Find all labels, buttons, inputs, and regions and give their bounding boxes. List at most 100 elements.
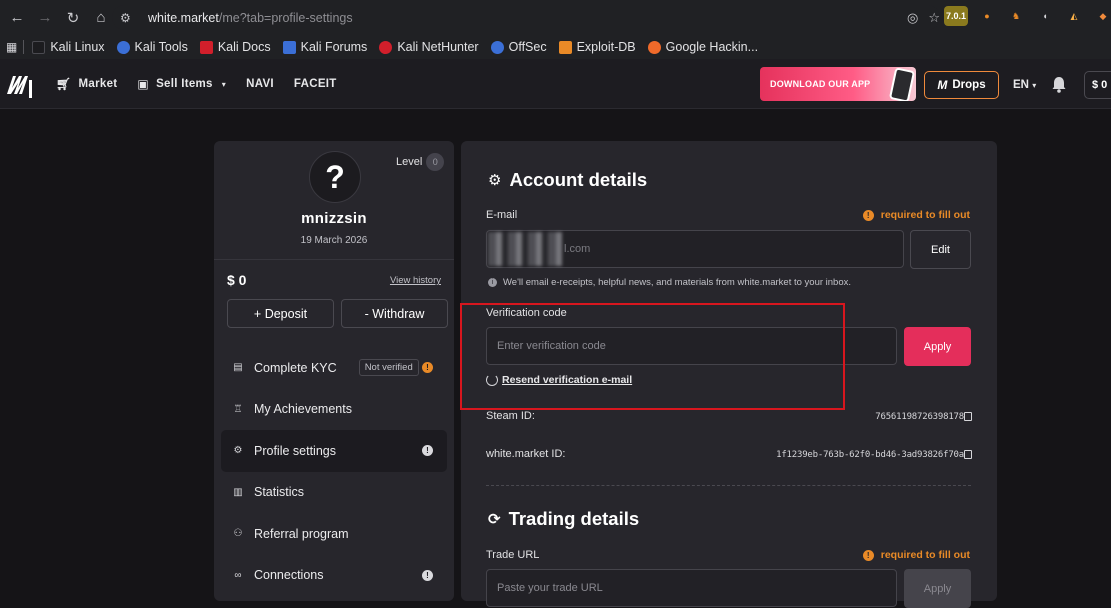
- warning-icon: !: [862, 209, 874, 221]
- apps-grid-icon[interactable]: ▦: [6, 40, 17, 54]
- download-app-banner[interactable]: DOWNLOAD OUR APP: [760, 67, 916, 101]
- apply-trade-url-button[interactable]: Apply: [904, 569, 971, 608]
- home-icon[interactable]: ⌂: [90, 7, 112, 29]
- edit-email-button[interactable]: Edit: [910, 230, 971, 269]
- gear-icon: ⚙: [488, 172, 502, 189]
- level-indicator: Level 0: [396, 153, 445, 171]
- view-history-link[interactable]: View history: [390, 275, 441, 286]
- eye-off-icon[interactable]: ◎: [907, 10, 918, 26]
- browser-toolbar: ← → ↻ ⌂ ⚙ white.market/me?tab=profile-se…: [0, 0, 1111, 35]
- white-market-logo[interactable]: [5, 70, 37, 100]
- apply-verification-button[interactable]: Apply: [904, 327, 971, 366]
- nav-navi[interactable]: NAVI: [246, 78, 274, 90]
- copy-icon[interactable]: [964, 412, 972, 421]
- white-market-id-value: 1f1239eb-763b-62f0-bd46-3ad93826f70a: [776, 450, 964, 460]
- offsec-icon: [490, 40, 504, 54]
- bookmark-kali-docs[interactable]: Kali Docs: [199, 40, 271, 54]
- required-notice: ! required to fill out: [862, 209, 970, 221]
- profile-card: Level 0 ? mnizzsin 19 March 2026 $ 0 View…: [214, 141, 454, 601]
- bookmark-offsec[interactable]: OffSec: [490, 40, 547, 54]
- divider: [214, 259, 454, 260]
- info-icon: i: [488, 278, 497, 287]
- alert-icon: !: [422, 445, 433, 457]
- cart-icon: 🛒︎: [56, 77, 72, 91]
- header-balance[interactable]: $ 0: [1084, 71, 1111, 99]
- copy-icon[interactable]: [964, 450, 972, 459]
- bookmark-star-icon[interactable]: ☆: [928, 10, 940, 26]
- nav-referral-program[interactable]: ⚇ Referral program: [221, 513, 447, 555]
- warning-icon: !: [862, 549, 874, 561]
- dog-extension-icon[interactable]: ♞: [1006, 6, 1026, 26]
- trading-details-title: ⟳ Trading details: [488, 508, 640, 529]
- document-icon: ▤: [233, 362, 243, 374]
- account-details-title: ⚙ Account details: [488, 169, 648, 190]
- nav-sell-items[interactable]: ▣ Sell Items ▾: [137, 77, 226, 91]
- site-header: 🛒︎ Market ▣ Sell Items ▾ NAVI FACEIT DOWNLO…: [0, 59, 1111, 109]
- steam-id-label: Steam ID:: [486, 410, 535, 422]
- avatar[interactable]: ?: [309, 151, 361, 203]
- section-divider: [486, 485, 971, 486]
- withdraw-button[interactable]: - Withdraw: [341, 299, 448, 328]
- bookmark-kali-tools[interactable]: Kali Tools: [116, 40, 188, 54]
- address-bar[interactable]: ⚙ white.market/me?tab=profile-settings ◎…: [112, 5, 940, 30]
- trade-icon: ⟳: [488, 511, 501, 528]
- nav-faceit[interactable]: FACEIT: [294, 78, 337, 90]
- cookie-extension-icon[interactable]: ●: [977, 6, 997, 26]
- phone-icon: [888, 67, 916, 101]
- sell-icon: ▣: [137, 77, 150, 91]
- steam-id-value: 76561198726398178: [875, 412, 964, 422]
- email-label: E-mail: [486, 209, 518, 221]
- chevron-down-icon: ▾: [1032, 81, 1037, 90]
- site-settings-icon[interactable]: ⚙: [120, 11, 140, 25]
- email-hint: i We'll email e-receipts, helpful news, a…: [488, 277, 851, 288]
- profile-nav: ▤ Complete KYC Not verified ! ♖ My Achie…: [221, 347, 447, 596]
- medal-icon: ♖: [233, 403, 243, 415]
- kali-dragon-icon: [32, 40, 46, 54]
- alert-icon: !: [422, 569, 433, 581]
- trade-url-input[interactable]: Paste your trade URL: [486, 569, 897, 607]
- reload-icon[interactable]: ↻: [62, 7, 84, 29]
- email-field[interactable]: l.com: [486, 230, 904, 268]
- nav-my-achievements[interactable]: ♖ My Achievements: [221, 389, 447, 431]
- forward-icon[interactable]: →: [34, 7, 56, 29]
- drops-button[interactable]: M Drops: [924, 71, 999, 99]
- url-host: white.market: [148, 10, 219, 25]
- bookmark-kali-forums[interactable]: Kali Forums: [282, 40, 367, 54]
- bookmark-kali-nethunter[interactable]: Kali NetHunter: [379, 40, 479, 54]
- link-icon: ∞: [234, 569, 242, 581]
- bookmark-google-hacking[interactable]: Google Hackin...: [647, 40, 758, 54]
- kyc-status-badge: Not verified: [358, 359, 419, 377]
- join-date: 19 March 2026: [300, 235, 368, 246]
- exploit-db-icon: [558, 40, 572, 54]
- kali-nethunter-icon: [379, 40, 393, 54]
- nav-complete-kyc[interactable]: ▤ Complete KYC Not verified !: [221, 347, 447, 389]
- nav-profile-settings[interactable]: ⚙ Profile settings !: [221, 430, 447, 472]
- warning-icon: !: [422, 362, 433, 374]
- nav-connections[interactable]: ∞ Connections !: [221, 555, 447, 597]
- gear-icon: ⚙: [233, 445, 243, 457]
- bar-chart-icon: ▥: [233, 486, 243, 498]
- redacted-email-blur: [488, 232, 562, 266]
- username: mnizzsin: [301, 210, 367, 227]
- deposit-button[interactable]: + Deposit: [227, 299, 334, 328]
- hat-extension-icon[interactable]: ◭: [1064, 6, 1084, 26]
- white-market-id-label: white.market ID:: [486, 448, 566, 460]
- nav-market[interactable]: 🛒︎ Market: [56, 77, 117, 91]
- kali-tools-icon: [116, 40, 130, 54]
- nav-statistics[interactable]: ▥ Statistics: [221, 472, 447, 514]
- pacman-extension-icon[interactable]: ◖: [1035, 6, 1055, 26]
- trade-url-label: Trade URL: [486, 549, 540, 561]
- fox-extension-icon[interactable]: ◆: [1093, 6, 1111, 26]
- kali-docs-icon: [199, 40, 213, 54]
- bookmarks-bar: ▦ Kali Linux Kali Tools Kali Docs Kali F…: [0, 35, 1111, 59]
- bookmark-exploit-db[interactable]: Exploit-DB: [558, 40, 636, 54]
- language-selector[interactable]: EN ▾: [1013, 79, 1036, 91]
- drops-logo-icon: M: [937, 78, 948, 92]
- bookmark-kali-linux[interactable]: Kali Linux: [32, 40, 105, 54]
- bell-icon[interactable]: [1051, 76, 1067, 93]
- chevron-down-icon: ▾: [221, 79, 227, 89]
- highlight-box: [460, 303, 845, 410]
- back-icon[interactable]: ←: [6, 7, 28, 29]
- extension-badge-icon[interactable]: 7.0.1: [944, 6, 968, 26]
- bookmarks-separator: [23, 40, 25, 54]
